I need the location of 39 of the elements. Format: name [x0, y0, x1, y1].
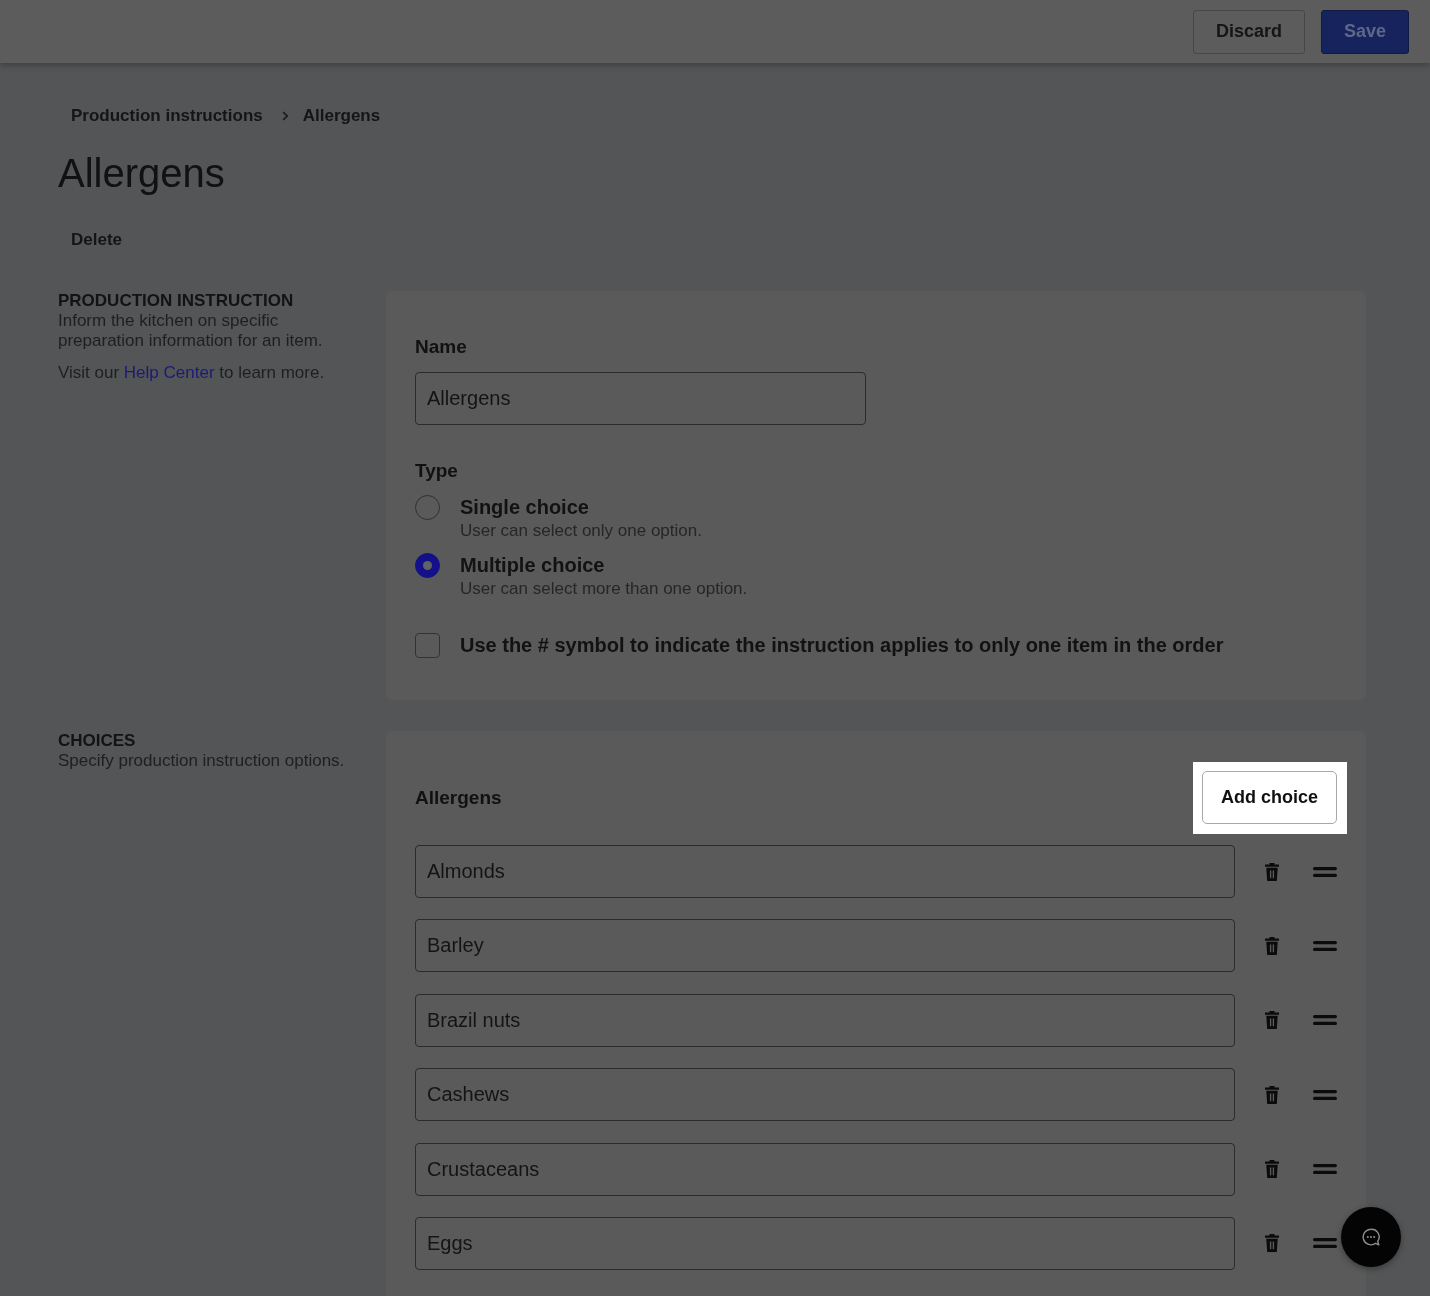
- choice-input[interactable]: Eggs: [415, 1216, 1235, 1270]
- choice-input[interactable]: Cashews: [415, 1068, 1235, 1122]
- breadcrumb-link[interactable]: Production instructions: [71, 106, 263, 126]
- choice-input[interactable]: Almonds: [415, 845, 1235, 898]
- add-choice-button[interactable]: Add choice: [1202, 771, 1337, 824]
- drag-handle-icon[interactable]: [1313, 1238, 1337, 1249]
- radio-label: Single choice: [460, 495, 590, 520]
- field-label: Name: [415, 335, 468, 359]
- choice-input[interactable]: Brazil nuts: [415, 993, 1235, 1047]
- trash-icon[interactable]: [1265, 1234, 1279, 1253]
- checkbox-label: Use the # symbol to indicate the instruction applies to only one item in the order: [460, 633, 1225, 658]
- drag-handle-icon[interactable]: [1313, 866, 1337, 877]
- trash-icon[interactable]: [1265, 936, 1279, 955]
- drag-handle-icon[interactable]: [1313, 1164, 1337, 1175]
- section-heading: PRODUCTION INSTRUCTION: [58, 291, 295, 311]
- choice-input[interactable]: Crustaceans: [415, 1142, 1235, 1196]
- trash-icon[interactable]: [1265, 1085, 1279, 1104]
- choice-input[interactable]: Barley: [415, 919, 1235, 973]
- list-title: Allergens: [415, 785, 502, 810]
- name-input[interactable]: Allergens: [415, 372, 866, 425]
- trash-icon[interactable]: [1265, 862, 1279, 881]
- radio-label: Multiple choice: [460, 553, 606, 578]
- trash-icon[interactable]: [1265, 1011, 1279, 1030]
- trash-icon[interactable]: [1265, 1160, 1279, 1179]
- chevron-right-icon: [281, 111, 289, 121]
- save-button[interactable]: Save: [1320, 9, 1409, 54]
- breadcrumb-current: Allergens: [302, 106, 381, 126]
- chat-bubble-icon: [1362, 1228, 1380, 1246]
- delete-button[interactable]: Delete: [71, 230, 123, 250]
- help-center-link[interactable]: Help Center: [123, 363, 215, 382]
- radio-button[interactable]: [415, 553, 440, 578]
- drag-handle-icon[interactable]: [1313, 940, 1337, 951]
- discard-button[interactable]: Discard: [1192, 9, 1305, 54]
- drag-handle-icon[interactable]: [1313, 1089, 1337, 1100]
- drag-handle-icon[interactable]: [1313, 1015, 1337, 1026]
- field-label: Type: [415, 459, 459, 483]
- checkbox[interactable]: [415, 632, 440, 658]
- section-heading: CHOICES: [58, 731, 137, 751]
- page-title: Allergens: [58, 150, 226, 197]
